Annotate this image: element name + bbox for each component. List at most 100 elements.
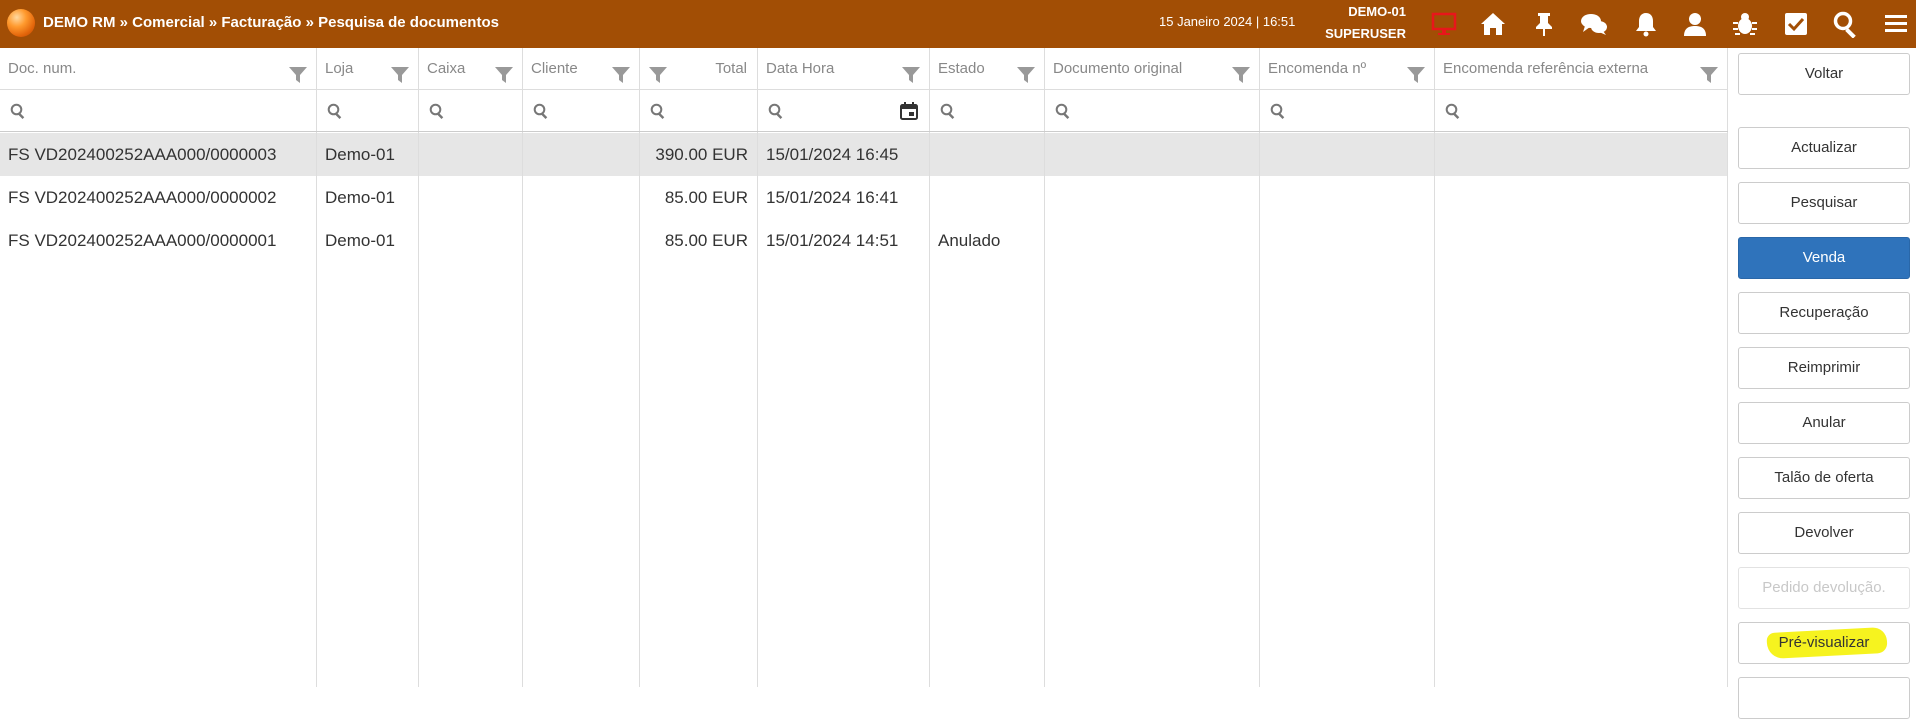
chat-icon[interactable] <box>1578 8 1610 40</box>
devolver-button[interactable]: Devolver <box>1738 512 1910 554</box>
col-header-total[interactable]: Total <box>640 48 758 89</box>
filter-icon[interactable] <box>1406 59 1426 83</box>
col-label: Loja <box>325 60 354 77</box>
col-header-loja[interactable]: Loja <box>317 48 419 89</box>
col-header-encref[interactable]: Encomenda referência externa <box>1435 48 1728 89</box>
search-icon <box>1055 103 1071 119</box>
user-info: DEMO-01 SUPERUSER <box>1312 1 1406 45</box>
table-row[interactable]: FS VD202400252AAA000/0000003 Demo-01 390… <box>0 133 1728 176</box>
cell-loja: Demo-01 <box>325 231 395 250</box>
col-label: Total <box>715 60 747 77</box>
next-button-partial[interactable] <box>1738 677 1910 719</box>
col-header-caixa[interactable]: Caixa <box>419 48 523 89</box>
search-icon <box>429 103 445 119</box>
table-row[interactable]: FS VD202400252AAA000/0000002 Demo-01 85.… <box>0 176 1728 219</box>
store-name: DEMO-01 <box>1348 4 1406 19</box>
top-bar: DEMO RM » Comercial » Facturação » Pesqu… <box>0 0 1916 48</box>
pedido-devolucao-button[interactable]: Pedido devolução. <box>1738 567 1910 609</box>
venda-button[interactable]: Venda <box>1738 237 1910 279</box>
cell-caixa <box>419 133 523 176</box>
cell-doc: FS VD202400252AAA000/0000003 <box>8 145 277 164</box>
filter-icon[interactable] <box>611 59 631 83</box>
filter-input-original[interactable] <box>1045 90 1260 131</box>
monitor-icon[interactable] <box>1428 8 1460 40</box>
column-divider <box>418 132 419 687</box>
col-label: Encomenda nº <box>1268 60 1367 77</box>
filter-icon[interactable] <box>1699 59 1719 83</box>
filter-icon[interactable] <box>390 59 410 83</box>
col-label: Cliente <box>531 60 578 77</box>
voltar-button[interactable]: Voltar <box>1738 53 1910 95</box>
search-icon <box>768 103 784 119</box>
filter-input-estado[interactable] <box>930 90 1045 131</box>
bell-icon[interactable] <box>1630 8 1662 40</box>
col-label: Estado <box>938 60 985 77</box>
talao-oferta-button[interactable]: Talão de oferta <box>1738 457 1910 499</box>
column-divider <box>1727 132 1728 687</box>
column-divider <box>522 132 523 687</box>
search-icon <box>10 103 26 119</box>
filter-input-loja[interactable] <box>317 90 419 131</box>
recuperacao-button[interactable]: Recuperação <box>1738 292 1910 334</box>
pesquisar-button[interactable]: Pesquisar <box>1738 182 1910 224</box>
filter-input-encref[interactable] <box>1435 90 1728 131</box>
grid-filter-row <box>0 90 1728 132</box>
column-divider <box>639 132 640 687</box>
cell-cliente <box>523 219 640 262</box>
filter-icon[interactable] <box>288 59 308 83</box>
cell-total: 390.00 EUR <box>655 145 748 164</box>
reimprimir-button[interactable]: Reimprimir <box>1738 347 1910 389</box>
col-header-estado[interactable]: Estado <box>930 48 1045 89</box>
filter-icon[interactable] <box>1016 59 1036 83</box>
column-divider <box>316 132 317 687</box>
action-panel: Voltar Actualizar Pesquisar Venda Recupe… <box>1738 48 1910 719</box>
home-icon[interactable] <box>1477 8 1509 40</box>
column-divider <box>1259 132 1260 687</box>
actualizar-button[interactable]: Actualizar <box>1738 127 1910 169</box>
cell-doc: FS VD202400252AAA000/0000002 <box>8 188 277 207</box>
filter-icon[interactable] <box>648 59 668 83</box>
cell-caixa <box>419 176 523 219</box>
documents-grid: Doc. num. Loja Caixa Cliente Total Data … <box>0 48 1728 687</box>
filter-input-caixa[interactable] <box>419 90 523 131</box>
app-logo[interactable] <box>7 9 35 37</box>
search-icon <box>533 103 549 119</box>
filter-icon[interactable] <box>1231 59 1251 83</box>
col-label: Doc. num. <box>8 60 77 77</box>
column-divider <box>929 132 930 687</box>
filter-input-doc[interactable] <box>0 90 317 131</box>
anular-button[interactable]: Anular <box>1738 402 1910 444</box>
cell-loja: Demo-01 <box>325 188 395 207</box>
col-label: Encomenda referência externa <box>1443 60 1649 77</box>
filter-input-datahora[interactable] <box>758 90 930 131</box>
menu-icon[interactable] <box>1880 8 1912 40</box>
filter-input-total[interactable] <box>640 90 758 131</box>
cell-datahora: 15/01/2024 14:51 <box>766 231 899 250</box>
pre-visualizar-button[interactable]: Pré-visualizar <box>1738 622 1910 664</box>
user-icon[interactable] <box>1679 8 1711 40</box>
col-header-doc[interactable]: Doc. num. <box>0 48 317 89</box>
checkbox-icon[interactable] <box>1780 8 1812 40</box>
col-header-encomenda[interactable]: Encomenda nº <box>1260 48 1435 89</box>
col-header-cliente[interactable]: Cliente <box>523 48 640 89</box>
breadcrumb: DEMO RM » Comercial » Facturação » Pesqu… <box>43 14 499 31</box>
search-icon <box>650 103 666 119</box>
filter-input-encomenda[interactable] <box>1260 90 1435 131</box>
filter-icon[interactable] <box>494 59 514 83</box>
pin-icon[interactable] <box>1528 8 1560 40</box>
search-icon <box>1270 103 1286 119</box>
search-icon <box>327 103 343 119</box>
bug-icon[interactable] <box>1729 8 1761 40</box>
filter-icon[interactable] <box>901 59 921 83</box>
grid-header-row: Doc. num. Loja Caixa Cliente Total Data … <box>0 48 1728 90</box>
calendar-icon[interactable] <box>899 101 919 121</box>
col-header-datahora[interactable]: Data Hora <box>758 48 930 89</box>
cell-total: 85.00 EUR <box>664 231 748 250</box>
cell-caixa <box>419 219 523 262</box>
table-row[interactable]: FS VD202400252AAA000/0000001 Demo-01 85.… <box>0 219 1728 262</box>
search-icon[interactable] <box>1830 8 1862 40</box>
filter-input-cliente[interactable] <box>523 90 640 131</box>
column-divider <box>1044 132 1045 687</box>
search-icon <box>940 103 956 119</box>
col-header-original[interactable]: Documento original <box>1045 48 1260 89</box>
